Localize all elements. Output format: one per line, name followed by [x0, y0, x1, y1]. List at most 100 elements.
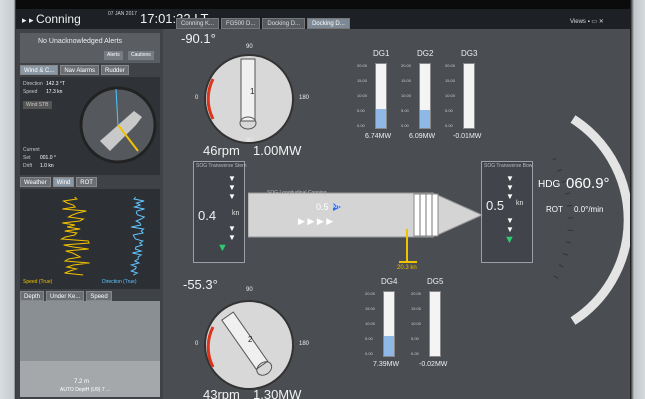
tab-docking-2[interactable]: Docking D... [307, 18, 350, 29]
generator-load-bar [383, 291, 395, 357]
tab-nav-alarms[interactable]: Nav Alarms [60, 65, 100, 75]
generator-scale-label: 5.00 [365, 336, 373, 341]
generator-scale-label: 0.00 [357, 123, 365, 128]
generator-load-bar [419, 63, 431, 129]
ship-hull-diagram: ▶ ▶ ▶ ▶ [248, 192, 483, 238]
wind-direction-value: 142.3 °T [46, 81, 65, 87]
generator-load-bar [375, 63, 387, 129]
thruster1-number: 1 [250, 87, 255, 96]
generator-scale-label: 10.00 [411, 321, 422, 326]
generator-scale-label: 15.00 [445, 78, 456, 83]
alert-box: No Unacknowledged Alerts Alerts Cautions [20, 33, 160, 63]
compass-tick [562, 253, 568, 256]
tab-wind[interactable]: Wind [52, 177, 75, 187]
thruster2-rpm: 43rpm [203, 387, 240, 399]
wind-speed-value: 17.3 kn [46, 89, 63, 95]
generator-value: 7.39MW [373, 361, 400, 368]
ship-hull [248, 192, 483, 238]
generator-scale-label: 0.00 [445, 123, 453, 128]
generator-dg4: DG4 20.00 15.00 10.00 5.00 0.00 7.39MW [365, 277, 409, 377]
current-set-value: 001.0 ° [40, 155, 56, 161]
thruster2-power: 1.30MW [253, 387, 302, 399]
wind-source-select[interactable]: Wind STB [23, 101, 52, 109]
generator-load-bar [463, 63, 475, 129]
heading-compass-arc [553, 115, 630, 325]
tab-fg500[interactable]: FG500 D... [221, 18, 261, 29]
thruster1-rpm: 46rpm [203, 143, 240, 158]
app-title: ▸ ▸ Conning [22, 12, 81, 26]
compass-tick [565, 241, 571, 244]
tab-docking-1[interactable]: Docking D... [262, 18, 306, 29]
generator-scale-label: 0.00 [401, 123, 409, 128]
compass-tick [553, 157, 557, 161]
main-conning-area: -90.1° 1 90 0 180 90 46rpm 1.00MW DG1 20.… [163, 29, 630, 399]
generator-load-bar [429, 291, 441, 357]
conning-display: ▸ ▸ Conning 07 JAN 2017 17:01:32 LT Conn… [16, 9, 630, 399]
tab-wind-current[interactable]: Wind & C... [20, 65, 59, 75]
stern-speed-arrows: ▼ ▼ ▼ [228, 174, 236, 201]
generator-scale-label: 10.00 [445, 93, 456, 98]
generator-scale-label: 20.00 [411, 291, 422, 296]
generator-label: DG3 [461, 49, 478, 58]
generator-scale-label: 10.00 [357, 93, 368, 98]
tab-rudder[interactable]: Rudder [101, 65, 129, 75]
generator-dg2: DG2 20.00 15.00 10.00 5.00 0.00 6.09MW [401, 49, 445, 149]
generator-scale-label: 15.00 [401, 78, 412, 83]
depth-panel: 7.2 m AUTO DeptH (U9) 7 ... [20, 301, 160, 397]
wind-trend-plot [59, 196, 146, 276]
generator-dg5: DG5 20.00 15.00 10.00 5.00 0.00 -0.02MW [411, 277, 455, 377]
generator-scale-label: 10.00 [401, 93, 412, 98]
alerts-button[interactable]: Alerts [104, 51, 123, 60]
thruster1-power: 1.00MW [253, 143, 302, 158]
date-readout: 07 JAN 2017 [108, 11, 137, 17]
generator-label: DG4 [381, 277, 398, 286]
bow-speed-value: 0.5 [486, 198, 505, 213]
compass-tick [553, 275, 559, 279]
speed-trace [59, 196, 90, 276]
generator-value: 6.09MW [409, 133, 436, 140]
tab-conning[interactable]: Conning K... [176, 18, 220, 29]
generator-value: -0.01MW [453, 133, 482, 140]
autopilot-status: AUTO DeptH (U9) 7 ... [60, 387, 111, 393]
generator-scale-label: 5.00 [445, 108, 453, 113]
generator-label: DG1 [373, 49, 390, 58]
rudder-line [406, 229, 408, 263]
cautions-button[interactable]: Cautions [128, 51, 154, 60]
generator-label: DG2 [417, 49, 434, 58]
tab-rot[interactable]: ROT [76, 177, 97, 187]
generator-scale-label: 5.00 [411, 336, 419, 341]
generator-scale-label: 10.00 [365, 321, 376, 326]
generator-scale-label: 0.00 [365, 351, 373, 356]
tab-weather[interactable]: Weather [20, 177, 51, 187]
depth-value: 7.2 m [74, 379, 90, 385]
stern-speed-box: SOG Transverse Stern ▼ ▼ ▼ 0.4 kn ▼ ▼ ▼ [193, 161, 247, 263]
panel-tabs-top: Wind & C... Nav Alarms Rudder [20, 65, 129, 75]
compass-tick [558, 264, 564, 268]
wind-current-panel: Direction 142.3 °T Speed 17.3 kn Wind ST… [20, 77, 160, 175]
generator-scale-label: 5.00 [401, 108, 409, 113]
generator-value: -0.02MW [419, 361, 448, 368]
generator-scale-label: 20.00 [445, 63, 456, 68]
tab-depth[interactable]: Depth [20, 291, 45, 301]
thruster2-number: 2 [248, 335, 253, 344]
stern-direction-indicator: ▼ [217, 242, 228, 254]
stern-speed-value: 0.4 [198, 208, 217, 223]
current-drift-value: 1.0 kn [40, 163, 54, 169]
rudder-value: 20.3 kn [397, 265, 417, 271]
generator-scale-label: 20.00 [357, 63, 368, 68]
compass-tick [567, 204, 573, 207]
compass-tick [557, 168, 562, 172]
generator-label: DG5 [427, 277, 444, 286]
view-tabs: Conning K... FG500 D... Docking D... Doc… [176, 18, 350, 29]
tab-under-keel[interactable]: Under Ke... [46, 291, 85, 301]
views-menu[interactable]: Views ▪ ▭ ✕ [570, 18, 604, 25]
generator-scale-label: 15.00 [411, 306, 422, 311]
svg-text:▶ ▶ ▶ ▶: ▶ ▶ ▶ ▶ [298, 216, 333, 226]
tab-speed[interactable]: Speed [86, 291, 112, 301]
generator-dg3: DG3 20.00 15.00 10.00 5.00 0.00 -0.01MW [445, 49, 489, 149]
generator-scale-label: 5.00 [357, 108, 365, 113]
generator-dg1: DG1 20.00 15.00 10.00 5.00 0.00 6.74MW [357, 49, 401, 149]
menu-arrow-icon[interactable]: ▸ ▸ [22, 15, 36, 25]
bow-speed-arrows: ▼ ▼ ▼ [506, 174, 514, 201]
wind-compass [79, 86, 157, 164]
